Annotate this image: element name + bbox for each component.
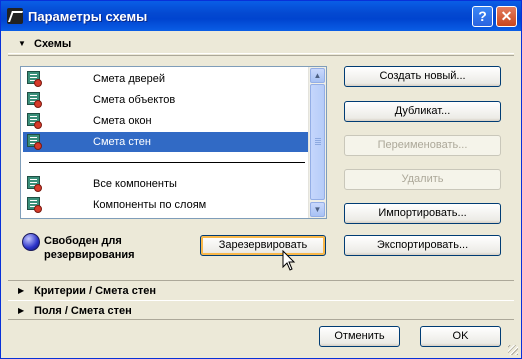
section-schemes-label: Схемы xyxy=(34,38,72,50)
section-criteria-header[interactable]: ▶ Критерии / Смета стен xyxy=(8,280,514,300)
list-item[interactable]: Смета дверей xyxy=(23,69,308,89)
delete-button[interactable]: Удалить xyxy=(344,169,501,190)
reserve-button[interactable]: Зарезервировать xyxy=(200,235,326,256)
list-item-label: Смета объектов xyxy=(93,94,176,106)
app-icon xyxy=(7,8,23,24)
help-button[interactable]: ? xyxy=(472,6,493,27)
section-schemes-header[interactable]: ▼ Схемы xyxy=(8,34,514,54)
section-criteria-label: Критерии / Смета стен xyxy=(34,285,156,297)
import-button[interactable]: Импортировать... xyxy=(344,203,501,224)
schedule-icon xyxy=(27,92,42,108)
duplicate-button[interactable]: Дубликат... xyxy=(344,101,501,122)
schedule-icon xyxy=(27,71,42,87)
reservation-status-icon xyxy=(22,233,40,251)
list-separator xyxy=(29,162,305,163)
export-button[interactable]: Экспортировать... xyxy=(344,235,501,256)
section-fields-label: Поля / Смета стен xyxy=(34,305,132,317)
list-item-label: Смета стен xyxy=(93,136,151,148)
reservation-status-text: Свободен для резервирования xyxy=(44,235,135,261)
schemes-list[interactable]: Смета дверей Смета объектов Смета окон С… xyxy=(20,66,327,219)
cancel-button[interactable]: Отменить xyxy=(319,326,400,347)
schedule-icon xyxy=(27,197,42,213)
collapse-arrow-icon: ▼ xyxy=(18,39,26,48)
schedule-icon xyxy=(27,134,42,150)
scroll-up-icon[interactable]: ▲ xyxy=(310,68,325,83)
list-item-label: Смета окон xyxy=(93,115,152,127)
list-scrollbar[interactable]: ▲ ▼ xyxy=(308,67,326,218)
list-item[interactable]: Компоненты по слоям xyxy=(23,195,308,215)
scroll-down-icon[interactable]: ▼ xyxy=(310,202,325,217)
window-title: Параметры схемы xyxy=(28,9,148,24)
scroll-thumb[interactable] xyxy=(310,84,325,200)
resize-grip-icon[interactable] xyxy=(508,345,518,355)
list-item-label: Все компоненты xyxy=(93,178,177,190)
close-button[interactable]: ✕ xyxy=(496,6,517,27)
mouse-cursor-icon xyxy=(282,250,296,271)
list-item-label: Компоненты по слоям xyxy=(93,199,207,211)
footer-divider xyxy=(8,319,514,320)
list-item[interactable]: Смета окон xyxy=(23,111,308,131)
expand-arrow-icon: ▶ xyxy=(18,306,25,315)
list-item-label: Смета дверей xyxy=(93,73,165,85)
create-new-button[interactable]: Создать новый... xyxy=(344,66,501,87)
expand-arrow-icon: ▶ xyxy=(18,286,25,295)
ok-button[interactable]: OK xyxy=(420,326,501,347)
schedule-icon xyxy=(27,113,42,129)
section-fields-header[interactable]: ▶ Поля / Смета стен xyxy=(8,300,514,320)
scheme-settings-dialog: Параметры схемы ? ✕ ▼ Схемы Смета дверей… xyxy=(0,0,522,359)
title-bar[interactable]: Параметры схемы ? ✕ xyxy=(1,1,521,31)
list-item[interactable]: Все компоненты xyxy=(23,174,308,194)
schedule-icon xyxy=(27,176,42,192)
list-item-selected[interactable]: Смета стен xyxy=(23,132,308,152)
rename-button[interactable]: Переименовать... xyxy=(344,135,501,156)
list-item[interactable]: Смета объектов xyxy=(23,90,308,110)
